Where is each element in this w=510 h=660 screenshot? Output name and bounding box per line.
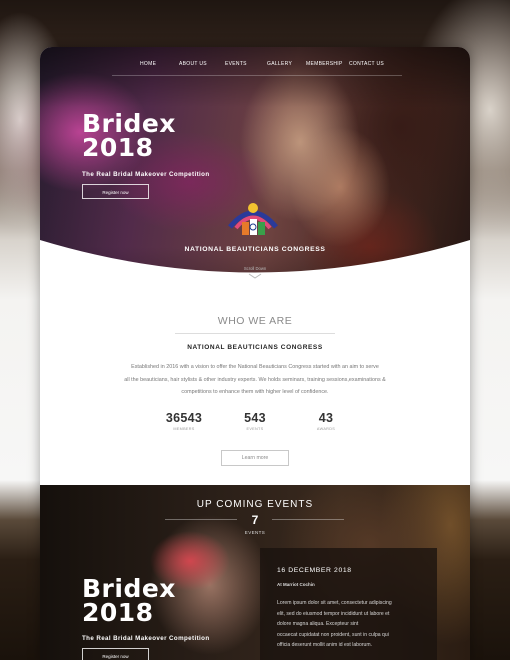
event-card[interactable]: 16 DECEMBER 2018 At Marriot Cochin Lorem… — [260, 548, 437, 660]
hero-register-button[interactable]: Register now — [82, 184, 149, 199]
about-paragraph-line: Established in 2016 with a vision to off… — [131, 364, 379, 370]
hero-brand-year: 2018 — [82, 133, 154, 162]
nav-contact-us[interactable]: CONTACT US — [349, 61, 384, 67]
event-brand-logo: Bridex 2018 — [82, 576, 176, 627]
website-page: HOME ABOUT US EVENTS GALLERY MEMBERSHIP … — [40, 47, 470, 660]
hero-tagline: The Real Bridal Makeover Competition — [82, 171, 210, 178]
stat-value: 36543 — [165, 411, 203, 425]
nav-home[interactable]: HOME — [140, 61, 156, 67]
about-paragraph-line: all the beauticians, hair stylists & oth… — [124, 376, 386, 383]
stat-value: 543 — [244, 411, 266, 425]
stat-label: MEMBERS — [173, 427, 195, 431]
event-description-line: officia deserunt mollit anim id est labo… — [277, 642, 373, 648]
stat-value: 43 — [318, 411, 334, 425]
about-heading: WHO WE ARE — [217, 315, 293, 327]
events-heading: UP COMING EVENTS — [196, 499, 314, 510]
about-section: WHO WE ARE NATIONAL BEAUTICIANS CONGRESS… — [40, 287, 470, 487]
event-brand-year: 2018 — [82, 598, 154, 627]
scroll-down-label[interactable]: Scroll Down — [40, 266, 470, 271]
event-description-line: elit, sed do eiusmod tempor incididunt u… — [277, 610, 390, 617]
nav-events[interactable]: EVENTS — [225, 61, 247, 67]
learn-more-button[interactable]: Learn more — [221, 450, 289, 466]
stat-members: 36543 MEMBERS — [154, 411, 214, 431]
event-register-button[interactable]: Register now — [82, 648, 149, 660]
event-venue: At Marriot Cochin — [277, 582, 315, 587]
event-description: Lorem ipsum dolor sit amet, consectetur … — [277, 598, 429, 651]
event-tagline: The Real Bridal Makeover Competition — [82, 635, 210, 642]
nav-gallery[interactable]: GALLERY — [267, 61, 292, 67]
stat-awards: 43 AWARDS — [296, 411, 356, 431]
events-count: 7 — [251, 513, 259, 527]
event-date: 16 DECEMBER 2018 — [277, 567, 352, 574]
hero-wave-divider — [40, 240, 470, 295]
nav-divider — [112, 75, 402, 76]
chevron-down-icon[interactable] — [248, 273, 262, 279]
stat-label: EVENTS — [246, 427, 264, 431]
about-paragraph-line: competitions to enhance them with higher… — [181, 389, 329, 396]
events-count-label: EVENTS — [244, 530, 266, 535]
about-heading-divider — [175, 333, 335, 334]
stat-events: 543 EVENTS — [225, 411, 285, 431]
event-description-line: occaecat cupidatat non proident, sunt in… — [277, 631, 389, 638]
event-description-line: dolore magna aliqua. Excepteur sint — [277, 621, 359, 627]
nav-membership[interactable]: MEMBERSHIP — [306, 61, 343, 67]
main-nav: HOME ABOUT US EVENTS GALLERY MEMBERSHIP … — [40, 61, 470, 75]
nav-about-us[interactable]: ABOUT US — [179, 61, 207, 67]
event-description-line: Lorem ipsum dolor sit amet, consectetur … — [277, 600, 392, 606]
events-section: UP COMING EVENTS 7 EVENTS Bridex 2018 Th… — [40, 485, 470, 660]
hero-brand-logo: Bridex 2018 — [82, 111, 176, 162]
about-subheading: NATIONAL BEAUTICIANS CONGRESS — [187, 344, 323, 351]
stat-label: AWARDS — [316, 427, 336, 431]
about-paragraph: Established in 2016 with a vision to off… — [98, 361, 412, 399]
